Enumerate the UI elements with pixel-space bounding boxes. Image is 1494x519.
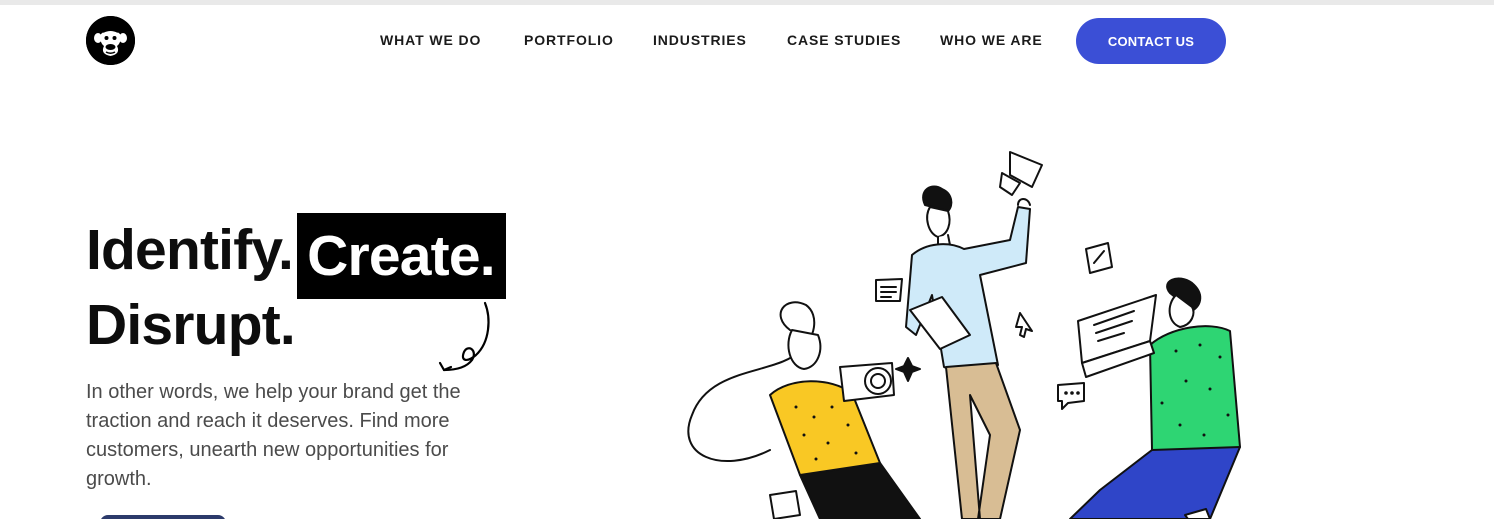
headline-line-1: Identify. Create.	[86, 212, 506, 299]
hero-button-peek[interactable]	[100, 515, 226, 519]
nav-industries[interactable]: INDUSTRIES	[653, 32, 747, 48]
contact-us-button[interactable]: CONTACT US	[1076, 18, 1226, 64]
nav-portfolio[interactable]: PORTFOLIO	[524, 32, 614, 48]
team-illustration	[687, 151, 1241, 519]
hero-subtext: In other words, we help your brand get t…	[86, 381, 461, 490]
squiggle-arrow-icon	[438, 301, 490, 372]
headline-highlight-create: Create.	[297, 213, 506, 299]
megaphone-icon	[999, 151, 1043, 196]
nav-what-we-do[interactable]: WHAT WE DO	[380, 32, 481, 48]
chimpanzee-logo-icon[interactable]	[86, 16, 135, 65]
nav-who-we-are[interactable]: WHO WE ARE	[940, 32, 1043, 48]
headline-identify: Identify.	[86, 218, 294, 282]
nav-case-studies[interactable]: CASE STUDIES	[787, 32, 901, 48]
top-navigation: WHAT WE DO PORTFOLIO INDUSTRIES CASE STU…	[0, 0, 1494, 80]
